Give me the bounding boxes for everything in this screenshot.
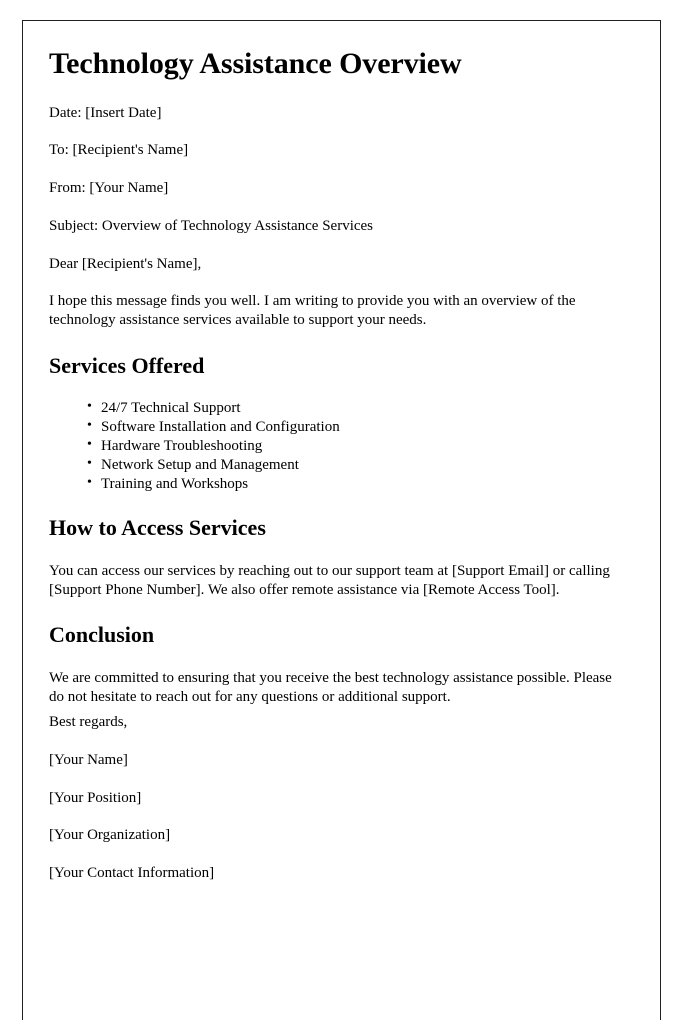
list-item: Hardware Troubleshooting — [87, 436, 634, 456]
list-item: 24/7 Technical Support — [87, 398, 634, 418]
signature-contact-information: [Your Contact Information] — [49, 865, 215, 881]
signature-name: [Your Name] — [49, 751, 128, 768]
intro-paragraph: I hope this message finds you well. I am… — [49, 293, 576, 329]
list-item: Network Setup and Management — [87, 455, 634, 475]
signature-block: Best regards, [Your Name] [Your Position… — [49, 713, 634, 883]
salutation: Dear [Recipient's Name], — [49, 255, 202, 272]
section-heading-conclusion: Conclusion — [49, 622, 155, 648]
meta-line-from: From: [Your Name] — [49, 180, 169, 196]
how-to-access-paragraph: You can access our services by reaching … — [49, 562, 610, 599]
meta-line-subject: Subject: Overview of Technology Assistan… — [49, 217, 374, 234]
closing-line: Best regards, — [49, 714, 128, 730]
list-item: Training and Workshops — [87, 474, 634, 494]
section-heading-how-to-access-services: How to Access Services — [49, 515, 266, 541]
services-offered-list: 24/7 Technical Support Software Installa… — [49, 398, 634, 494]
meta-line-to: To: [Recipient's Name] — [49, 142, 189, 159]
meta-line-date: Date: [Insert Date] — [49, 104, 162, 121]
list-item: Software Installation and Configuration — [87, 417, 634, 437]
signature-organization: [Your Organization] — [49, 827, 171, 844]
document-page: Technology Assistance Overview Date: [In… — [22, 20, 661, 1020]
document-body: Technology Assistance Overview Date: [In… — [23, 21, 660, 883]
section-heading-services-offered: Services Offered — [49, 352, 205, 378]
page-title: Technology Assistance Overview — [49, 47, 462, 80]
signature-position: [Your Position] — [49, 789, 142, 806]
conclusion-paragraph: We are committed to ensuring that you re… — [49, 669, 612, 705]
